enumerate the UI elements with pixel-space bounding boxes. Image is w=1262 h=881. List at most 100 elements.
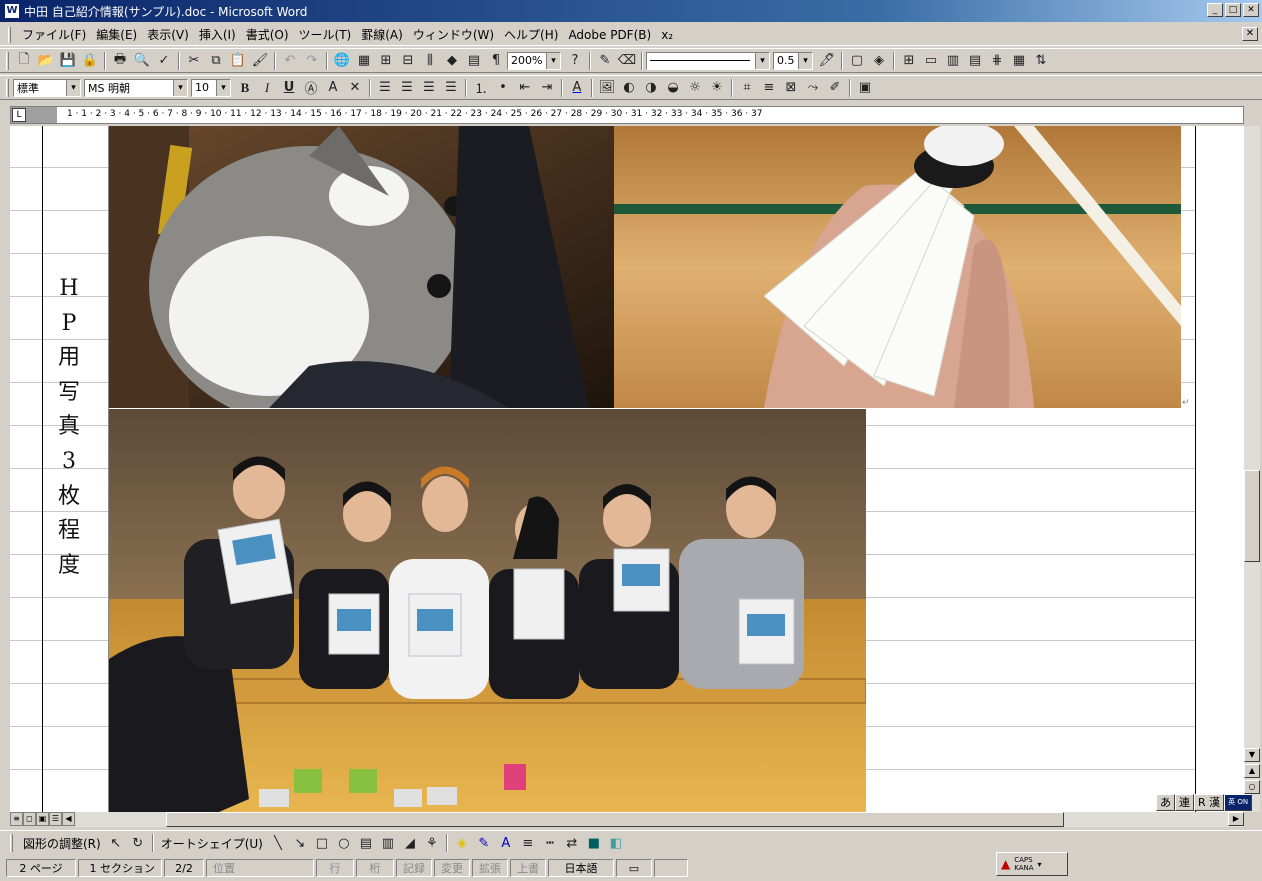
format-picture-icon[interactable]: ✐ [824,77,846,98]
adjust-shapes-menu[interactable]: 図形の調整(R) [19,835,105,852]
sort-ascending-icon[interactable]: ⇅ [1030,50,1052,71]
vertical-scroll-thumb[interactable] [1244,470,1260,562]
tab-selector[interactable]: L [12,108,26,122]
3d-icon[interactable]: ◧ [605,833,627,854]
line-style-icon[interactable]: ≡ [758,77,780,98]
table-autoformat-icon[interactable]: ▦ [1008,50,1030,71]
menu-window[interactable]: ウィンドウ(W) [408,24,499,45]
line-style-select[interactable] [646,51,770,70]
eraser-icon[interactable]: ⌫ [616,50,638,71]
team-photo[interactable] [109,409,866,812]
caps-kana-indicator[interactable]: ▲ CAPS KANA ▾ [996,852,1068,876]
rectangle-icon[interactable]: □ [311,833,333,854]
ime-english[interactable]: 英 ON [1224,794,1253,811]
open-folder-icon[interactable]: 📂 [35,50,57,71]
document-close-button[interactable]: ✕ [1242,27,1258,41]
shadow-icon[interactable]: ■ [583,833,605,854]
text-wrapping-icon[interactable]: ⤳ [802,77,824,98]
zoom-select[interactable]: 200% [507,51,561,70]
char-shading-icon[interactable]: A [322,77,344,98]
menu-format[interactable]: 書式(O) [241,24,294,45]
menu-tools[interactable]: ツール(T) [294,24,357,45]
underline-button[interactable]: U [278,77,300,98]
font-size-select[interactable]: 10 [191,78,231,97]
menu-help[interactable]: ヘルプ(H) [499,24,563,45]
paste-icon[interactable]: 📋 [227,50,249,71]
font-color-icon[interactable]: A [566,77,588,98]
outside-border-icon[interactable]: ▢ [846,50,868,71]
word-app-icon[interactable]: W [4,3,20,19]
autoshapes-menu[interactable]: オートシェイプ(U) [157,835,267,852]
split-cells-icon[interactable]: ▥ [942,50,964,71]
document-area[interactable]: H P 用 写 真 3 枚 程 度 ↵ [10,126,1244,812]
help-icon[interactable]: ? [564,50,586,71]
fill-color-icon[interactable]: ◈ [451,833,473,854]
ime-kanji[interactable]: R 漢 [1194,794,1225,811]
insert-table-grid-icon[interactable]: ⊞ [898,50,920,71]
scroll-right-button[interactable]: ▶ [1228,812,1244,826]
previous-page-button[interactable]: ▲ [1244,764,1260,778]
bullets-icon[interactable]: • [492,77,514,98]
scroll-down-button[interactable]: ▼ [1244,748,1260,762]
numbering-icon[interactable]: ⒈ [470,77,492,98]
cut-icon[interactable]: ✂ [183,50,205,71]
print-icon[interactable]: 🖶 [109,50,131,71]
menu-table[interactable]: 罫線(A) [356,24,408,45]
line-style-draw-icon[interactable]: ≡ [517,833,539,854]
scroll-left-button[interactable]: ◀ [62,812,75,826]
pen-icon[interactable]: ✎ [594,50,616,71]
textbox-icon[interactable]: ▤ [355,833,377,854]
arrow-style-icon[interactable]: ⇄ [561,833,583,854]
copy-icon[interactable]: ⧉ [205,50,227,71]
compress-icon[interactable]: ⊠ [780,77,802,98]
menu-insert[interactable]: 挿入(I) [194,24,241,45]
print-preview-icon[interactable]: 🔍 [131,50,153,71]
document-page[interactable]: H P 用 写 真 3 枚 程 度 ↵ [10,126,1244,812]
oval-icon[interactable]: ○ [333,833,355,854]
dash-style-icon[interactable]: ┅ [539,833,561,854]
minimize-button[interactable]: _ [1207,3,1223,17]
toolbar-grip[interactable] [6,51,9,70]
clipart-icon[interactable]: ⚘ [421,833,443,854]
more-contrast-icon[interactable]: ◑ [640,77,662,98]
format-painter-icon[interactable]: 🖌 [249,50,271,71]
menu-view[interactable]: 表示(V) [142,24,194,45]
color-icon[interactable]: ◐ [618,77,640,98]
columns-icon[interactable]: ⫼ [419,50,441,71]
font-select[interactable]: MS 明朝 [84,78,188,97]
undo-icon[interactable]: ↶ [279,50,301,71]
tables-borders-icon[interactable]: ▦ [353,50,375,71]
outline-view-icon[interactable]: ☰ [49,812,62,826]
menu-grip[interactable] [8,26,11,43]
horizontal-ruler[interactable]: 1 · 1 · 2 · 3 · 4 · 5 · 6 · 7 · 8 · 9 · … [10,106,1244,124]
line-weight-select[interactable]: 0.5 [773,51,813,70]
char-scale-icon[interactable]: ✕ [344,77,366,98]
align-left-icon[interactable]: ☰ [374,77,396,98]
char-border-icon[interactable]: Ⓐ [300,77,322,98]
insert-table-icon[interactable]: ⊞ [375,50,397,71]
status-track-changes[interactable]: 変更 [434,859,470,877]
arrow-icon[interactable]: ↘ [289,833,311,854]
border-color-icon[interactable]: 🖊 [816,50,838,71]
hyperlink-icon[interactable]: 🌐 [331,50,353,71]
cat-photo[interactable] [109,126,614,408]
print-layout-icon[interactable]: ▣ [36,812,49,826]
wordart-icon[interactable]: ◢ [399,833,421,854]
ime-conversion[interactable]: 連 [1175,794,1194,811]
style-select[interactable]: 標準 [13,78,81,97]
status-record[interactable]: 記録 [396,859,432,877]
toolbar-grip[interactable] [6,78,9,97]
menu-adobe-pdf[interactable]: Adobe PDF(B) [563,26,656,44]
align-right-icon[interactable]: ☰ [418,77,440,98]
line-color-icon[interactable]: ✎ [473,833,495,854]
crop-icon[interactable]: ⌗ [736,77,758,98]
font-color-draw-icon[interactable]: A [495,833,517,854]
line-icon[interactable]: ╲ [267,833,289,854]
title-bar[interactable]: W 中田 自己紹介情報(サンプル).doc - Microsoft Word _… [0,0,1262,22]
status-extend[interactable]: 拡張 [472,859,508,877]
less-contrast-icon[interactable]: ◒ [662,77,684,98]
select-browse-object-button[interactable]: ○ [1244,780,1260,794]
less-brightness-icon[interactable]: ☀ [706,77,728,98]
menu-edit[interactable]: 編集(E) [91,24,142,45]
permission-icon[interactable]: 🔒 [79,50,101,71]
